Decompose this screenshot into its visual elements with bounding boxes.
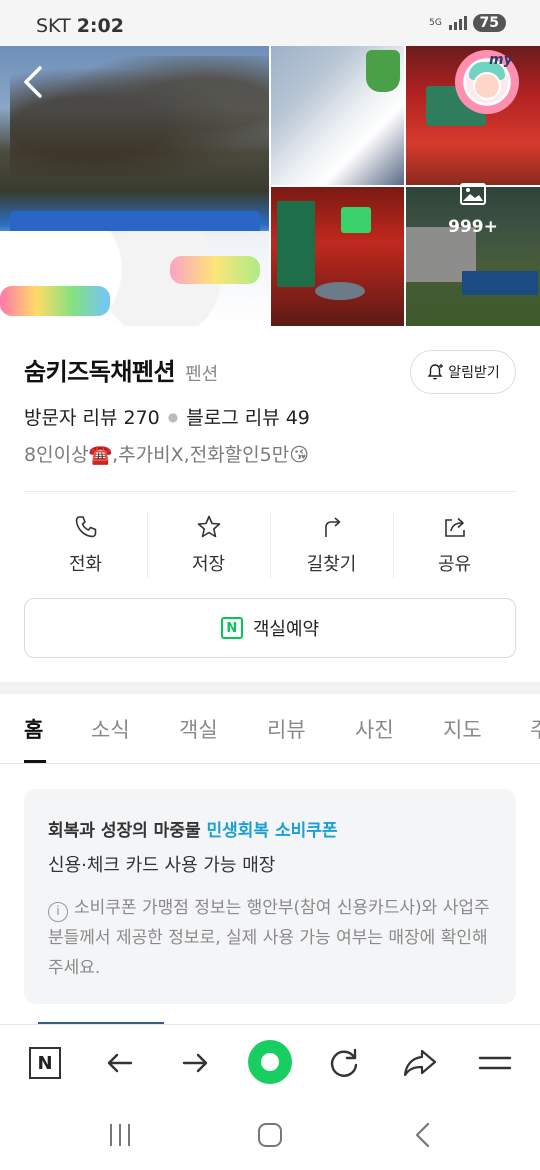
coupon-title: 회복과 성장의 마중물 민생회복 소비쿠폰 [48,816,338,841]
call-label: 전화 [68,554,103,575]
divider [24,491,516,492]
hamburger-menu-icon [478,1056,512,1070]
network-type: 5G [429,17,442,28]
browser-share-button[interactable] [400,1043,440,1083]
coupon-subtitle: 신용·체크 카드 사용 가능 매장 [48,855,276,876]
system-navigation-bar [0,1098,540,1170]
green-dot-icon [261,1053,279,1071]
alert-button[interactable]: 알림받기 [410,350,516,394]
share-arrow-icon [403,1049,437,1077]
browser-forward-button[interactable] [175,1043,215,1083]
system-back-icon[interactable] [408,1120,438,1150]
back-arrow-icon[interactable] [14,60,54,104]
coupon-note-text: 소비쿠폰 가맹점 정보는 행안부(참여 신용카드사)와 사업주분들께서 제공한 … [48,898,490,978]
recent-apps-icon[interactable] [105,1120,135,1150]
phone-icon [75,516,96,538]
green-dot-button[interactable] [248,1040,292,1084]
tab-photos[interactable]: 사진 [355,714,394,744]
clock: 2:02 [76,15,124,37]
more-photos-button[interactable]: 999+ [406,141,540,280]
status-bar: SKT 2:02 5G 75 [0,0,540,46]
tab-reviews[interactable]: 리뷰 [267,714,306,744]
home-icon[interactable] [255,1120,285,1150]
status-carrier-time: SKT 2:02 [36,15,124,37]
coupon-title-highlight: 민생회복 소비쿠폰 [206,821,338,841]
review-summary: 방문자 리뷰 270 ● 블로그 리뷰 49 [24,403,310,430]
tab-more[interactable]: 주 [530,714,540,744]
visitor-reviews-link[interactable]: 방문자 리뷰 270 [24,403,160,430]
coupon-title-prefix: 회복과 성장의 마중물 [48,821,207,841]
naver-n-icon: N [29,1047,61,1079]
tab-rooms[interactable]: 객실 [179,714,218,744]
photo-thumb-3[interactable] [271,187,404,326]
share-icon [444,517,465,537]
arrow-right-icon [182,1053,208,1073]
directions-label: 길찾기 [306,554,357,575]
profile-avatar[interactable]: my [455,50,519,114]
place-description: 8인이상☎️,추가비X,전화할인5만😘 [24,444,310,466]
tab-news[interactable]: 소식 [91,714,130,744]
share-button[interactable]: 공유 [393,508,516,580]
place-name: 숨키즈독채펜션 [24,358,176,386]
directions-icon [324,517,340,537]
naver-home-button[interactable]: N [25,1043,65,1083]
tab-home[interactable]: 홈 [24,714,43,744]
directions-button[interactable]: 길찾기 [270,508,393,580]
tab-map[interactable]: 지도 [443,714,482,744]
separator-dot: ● [167,409,179,424]
bell-plus-icon [427,364,444,380]
profile-badge-label: my [489,52,513,68]
place-title: 숨키즈독채펜션 펜션 [24,352,218,387]
place-category: 펜션 [185,364,219,385]
share-label: 공유 [437,554,472,575]
status-icons: 5G 75 [429,14,506,32]
signal-icon [448,16,467,30]
room-reservation-button[interactable]: N 객실예약 [24,598,516,658]
coupon-note: i 소비쿠폰 가맹점 정보는 행안부(참여 신용카드사)와 사업주분들께서 제공한… [48,893,498,983]
tab-bar: 홈 소식 객실 리뷰 사진 지도 주 [0,694,540,764]
menu-button[interactable] [475,1043,515,1083]
room-reservation-label: 객실예약 [252,619,320,640]
star-icon [197,515,220,538]
blog-reviews-link[interactable]: 블로그 리뷰 49 [186,403,310,430]
save-label: 저장 [191,554,226,575]
browser-back-button[interactable] [100,1043,140,1083]
section-divider [0,682,540,694]
browser-toolbar: N [0,1024,540,1098]
active-tab-indicator [24,760,46,763]
save-button[interactable]: 저장 [147,508,270,580]
alert-button-label: 알림받기 [448,365,500,381]
refresh-button[interactable] [324,1043,364,1083]
info-icon: i [48,902,68,922]
refresh-icon [330,1048,358,1077]
coupon-card[interactable]: 회복과 성장의 마중물 민생회복 소비쿠폰 신용·체크 카드 사용 가능 매장 … [24,789,516,1004]
carrier: SKT [36,15,71,37]
naver-calendar-icon: N [220,617,243,639]
photo-count: 999+ [448,217,498,237]
arrow-left-icon [107,1053,133,1073]
image-icon [460,183,486,205]
action-bar: 전화 저장 길찾기 공유 [24,508,516,580]
photo-thumb-1[interactable] [271,46,404,185]
battery-level: 75 [472,14,506,32]
call-button[interactable]: 전화 [24,508,147,580]
